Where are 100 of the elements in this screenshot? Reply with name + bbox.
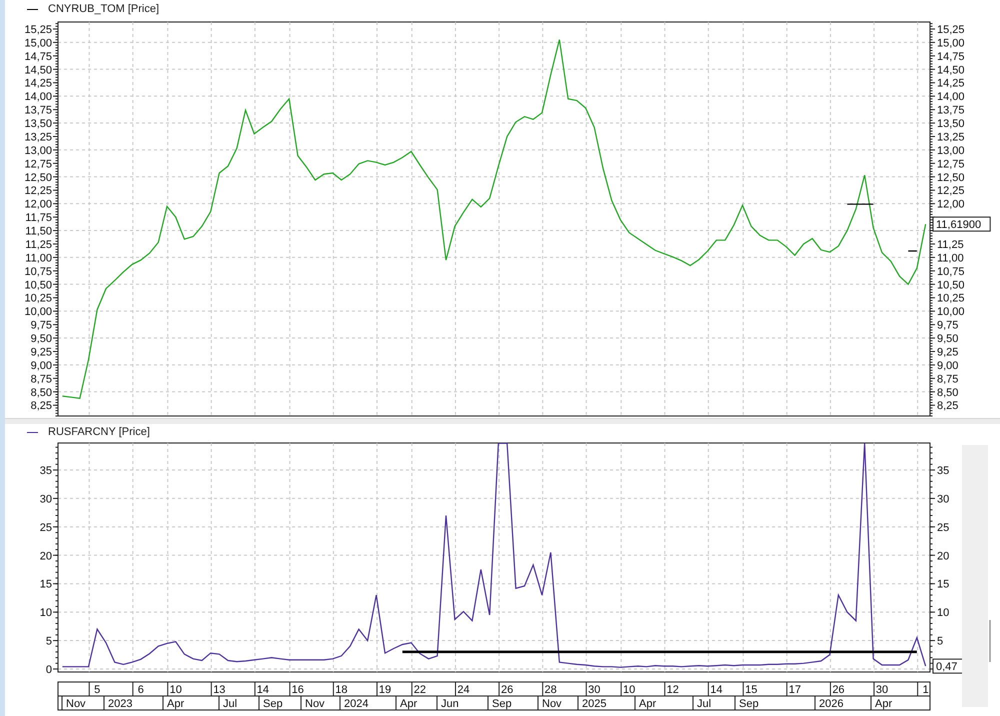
- tick-label: 11,00: [937, 252, 964, 264]
- tick-label: 12,00: [937, 198, 965, 211]
- tick-label: 15,25: [24, 24, 52, 36]
- tick-label: 13,25: [937, 132, 965, 144]
- tick-label: Apr: [639, 698, 656, 710]
- tick-label: 18: [335, 684, 348, 696]
- tick-label: 20: [40, 550, 52, 562]
- tick-label: 1: [922, 684, 929, 696]
- tick-label: 10,00: [937, 306, 965, 318]
- tick-label: 30: [40, 493, 52, 506]
- tick-label: 25: [937, 522, 950, 534]
- tick-label: 2026: [819, 698, 844, 710]
- tick-label: 10,25: [24, 292, 52, 305]
- tick-label: Sep: [492, 698, 512, 710]
- tick-label: 15: [937, 578, 950, 591]
- tick-label: 10: [937, 607, 950, 620]
- tick-label: 14: [710, 684, 722, 696]
- tick-label: 8,50: [937, 386, 958, 399]
- tick-label: 13,50: [937, 118, 965, 130]
- tick-label: Jun: [441, 698, 459, 710]
- tick-label: 35: [40, 465, 52, 477]
- tick-label: 10,50: [24, 279, 52, 292]
- tick-label: 9,50: [30, 333, 52, 346]
- tick-label: 14,00: [937, 91, 965, 104]
- tick-label: Nov: [66, 698, 86, 710]
- tick-label: 9,75: [937, 320, 958, 332]
- tick-label: 14,25: [937, 78, 965, 90]
- tick-label: 13,00: [24, 144, 52, 157]
- series-legend: RUSFARCNY [Price]: [48, 426, 150, 438]
- value-label: 11,61900: [932, 216, 991, 232]
- tick-label: Nov: [305, 698, 325, 710]
- tick-label: Jul: [697, 698, 712, 710]
- tick-label: 10,75: [937, 266, 965, 278]
- tick-label: 12,25: [24, 185, 52, 198]
- tick-label: 30: [876, 684, 888, 696]
- tick-label: 10: [623, 684, 636, 696]
- tick-label: 13: [213, 684, 226, 696]
- tick-label: Nov: [542, 698, 562, 710]
- tick-label: 15,00: [24, 37, 52, 50]
- tick-label: 28: [544, 684, 557, 696]
- tick-label: 22: [414, 684, 426, 696]
- scrollbar[interactable]: [962, 445, 988, 707]
- tick-label: 12,50: [937, 172, 965, 184]
- legend-line-icon: [27, 8, 38, 10]
- tick-label: 14: [256, 684, 270, 696]
- tick-label: 9,00: [30, 360, 52, 372]
- tick-label: 10,50: [937, 279, 965, 292]
- tick-label: 15: [40, 578, 52, 591]
- tick-label: 2025: [582, 698, 606, 710]
- tick-label: 14,25: [24, 78, 52, 90]
- tick-label: 8,25: [937, 400, 958, 412]
- tick-label: 12: [666, 684, 679, 696]
- tick-label: 10,75: [24, 266, 52, 278]
- tick-label: 9,50: [937, 333, 958, 346]
- tick-label: 13,00: [937, 144, 965, 157]
- tick-label: 12,00: [24, 198, 52, 211]
- tick-label: 26: [832, 684, 845, 696]
- tick-label: 11,75: [25, 212, 52, 224]
- tick-label: 26: [500, 684, 514, 696]
- tick-label: 8,75: [30, 373, 52, 386]
- tick-label: 11,25: [937, 239, 964, 251]
- tick-label: 8,75: [937, 373, 958, 386]
- tick-label: 5: [46, 636, 52, 648]
- tick-label: 25: [40, 522, 52, 534]
- tick-label: 14,75: [24, 50, 52, 63]
- tick-label: 30: [937, 493, 950, 506]
- tick-label: 2023: [108, 698, 132, 710]
- tick-label: 14,75: [937, 50, 965, 63]
- tick-label: Sep: [739, 698, 759, 710]
- tick-label: 13,75: [24, 104, 52, 117]
- tick-label: 16: [292, 684, 304, 696]
- tick-label: 15,25: [937, 24, 965, 36]
- tick-label: 8,25: [30, 400, 52, 412]
- series-legend: CNYRUB_TOM [Price]: [48, 3, 160, 15]
- tick-label: 15: [745, 684, 758, 696]
- tick-label: 2024: [344, 698, 368, 710]
- tick-label: Apr: [875, 698, 892, 710]
- scroll-thumb[interactable]: [989, 620, 991, 662]
- tick-label: 14,50: [937, 64, 965, 76]
- tick-label: 14,50: [24, 64, 52, 76]
- tick-label: 9,25: [30, 346, 52, 358]
- tick-label: 14,00: [24, 91, 52, 104]
- tick-label: 15,00: [937, 37, 965, 50]
- tick-label: 13,50: [24, 118, 52, 130]
- tick-label: 17: [788, 684, 801, 696]
- tick-label: 10,00: [24, 306, 52, 318]
- tick-label: 6: [138, 684, 144, 696]
- tick-label: 8,50: [30, 386, 52, 399]
- tick-label: 13,75: [937, 104, 965, 117]
- tick-label: 9,25: [937, 346, 958, 358]
- tick-label: 9,75: [30, 320, 52, 332]
- tick-label: 11,25: [25, 239, 52, 251]
- tick-label: Sep: [263, 698, 283, 710]
- tick-label: 20: [937, 550, 950, 562]
- tick-label: Jul: [223, 698, 238, 710]
- tick-label: 5: [937, 636, 944, 648]
- tick-label: 13,25: [24, 132, 52, 144]
- tick-label: 35: [937, 465, 950, 477]
- tick-label: 0: [46, 664, 52, 676]
- tick-label: 12,75: [24, 158, 52, 170]
